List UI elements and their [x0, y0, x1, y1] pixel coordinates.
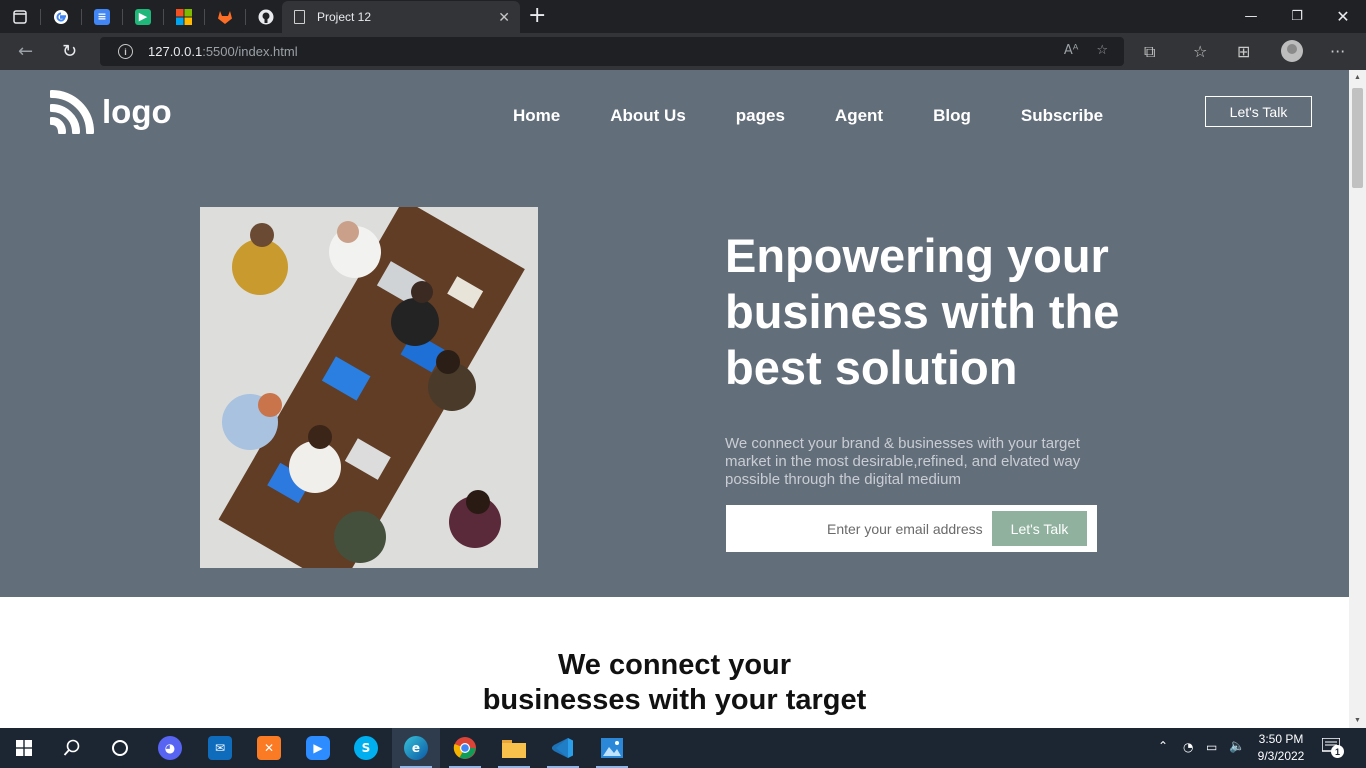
section-heading: We connect your businesses with your tar…: [0, 648, 1349, 718]
logo-rss-icon: [50, 90, 94, 134]
edge-icon[interactable]: e: [392, 728, 440, 768]
volume-icon[interactable]: 🔈: [1229, 739, 1245, 754]
url-host: 127.0.0.1: [148, 44, 203, 59]
favorites-icon[interactable]: ☆: [1193, 42, 1207, 61]
close-window-icon[interactable]: ✕: [1320, 0, 1366, 33]
skype-icon[interactable]: S: [342, 728, 390, 768]
microsoft-icon[interactable]: [164, 0, 204, 33]
cortana-icon[interactable]: [96, 728, 144, 768]
taskbar-clock[interactable]: 3:50 PM 9/3/2022: [1256, 731, 1306, 765]
section-heading-line2: businesses with your target: [482, 684, 867, 716]
add-favorite-icon[interactable]: ☆: [1096, 43, 1108, 58]
main-nav: Home About Us pages Agent Blog Subscribe: [513, 106, 1153, 126]
hero-subtext: We connect your brand & businesses with …: [725, 435, 1081, 488]
wifi-icon[interactable]: ◔: [1183, 740, 1193, 754]
nav-blog[interactable]: Blog: [933, 106, 971, 126]
mail-icon[interactable]: ✉: [196, 728, 244, 768]
read-aloud-icon[interactable]: Aᴬ: [1064, 43, 1079, 58]
page-scrollbar[interactable]: ▲ ▼: [1349, 70, 1366, 728]
xampp-icon[interactable]: ✕: [245, 728, 293, 768]
close-tab-icon[interactable]: ✕: [498, 9, 510, 26]
refresh-icon[interactable]: ↻: [62, 41, 77, 62]
lets-talk-button[interactable]: Let's Talk: [1205, 96, 1312, 127]
email-lets-talk-button[interactable]: Let's Talk: [992, 511, 1087, 546]
email-input[interactable]: Enter your email address: [827, 521, 983, 537]
notification-count-badge: 1: [1331, 745, 1344, 758]
nav-pages[interactable]: pages: [736, 106, 785, 126]
tab-title: Project 12: [317, 10, 372, 24]
more-menu-icon[interactable]: ···: [1330, 42, 1345, 61]
collections-icon[interactable]: ⊞: [1237, 42, 1250, 61]
battery-icon[interactable]: ▭: [1206, 740, 1217, 754]
discord-icon[interactable]: ◕: [146, 728, 194, 768]
notification-center-icon[interactable]: 1: [1321, 737, 1344, 758]
site-info-icon[interactable]: i: [118, 44, 133, 59]
vscode-icon[interactable]: [539, 728, 587, 768]
photos-icon[interactable]: [588, 728, 636, 768]
logo-text: logo: [102, 93, 172, 130]
github-icon[interactable]: [246, 0, 286, 33]
section-heading-line1: We connect your: [557, 649, 792, 681]
minimize-icon[interactable]: —: [1228, 0, 1274, 33]
scroll-up-icon[interactable]: ▲: [1354, 74, 1361, 81]
address-input[interactable]: i 127.0.0.1:5500/index.html Aᴬ ☆: [100, 37, 1124, 66]
back-icon[interactable]: ←: [18, 41, 33, 62]
browser-tab-bar: ≡ ▶: [0, 0, 1366, 33]
scroll-thumb[interactable]: [1352, 88, 1363, 188]
zoom-icon[interactable]: ▶: [294, 728, 342, 768]
windows-start-icon[interactable]: [0, 728, 48, 768]
file-explorer-icon[interactable]: [490, 728, 538, 768]
new-tab-icon[interactable]: +: [528, 4, 546, 28]
nav-home[interactable]: Home: [513, 106, 560, 126]
url-path: :5500/index.html: [202, 44, 298, 59]
page-viewport: logo Home About Us pages Agent Blog Subs…: [0, 70, 1349, 728]
clock-time: 3:50 PM: [1258, 732, 1304, 746]
google-icon[interactable]: [41, 0, 81, 33]
active-tab[interactable]: Project 12 ✕: [282, 1, 520, 33]
hero-headline: Enpowering your business with the best s…: [725, 229, 1120, 394]
address-toolbar: ← ↻ i 127.0.0.1:5500/index.html Aᴬ ☆ ⧉ ☆…: [0, 33, 1366, 70]
scroll-down-icon[interactable]: ▼: [1354, 717, 1361, 724]
nav-about-us[interactable]: About Us: [610, 106, 686, 126]
hero-team-photo: [200, 207, 538, 568]
chrome-icon[interactable]: [441, 728, 489, 768]
docs-icon[interactable]: ≡: [82, 0, 122, 33]
tab-actions-icon[interactable]: [0, 0, 40, 33]
site-logo[interactable]: logo: [50, 90, 172, 134]
clock-date: 9/3/2022: [1257, 749, 1305, 763]
profile-avatar[interactable]: [1281, 40, 1303, 62]
email-signup-form: Enter your email address Let's Talk: [726, 505, 1097, 552]
document-icon: [294, 10, 305, 24]
search-icon[interactable]: [48, 728, 96, 768]
gitlab-icon[interactable]: [205, 0, 245, 33]
hero-section: logo Home About Us pages Agent Blog Subs…: [0, 70, 1349, 597]
windows-taskbar: ◕ ✉ ✕ ▶ S e ⌃ ◔ ▭ 🔈 3:50 PM 9/3/2022 1: [0, 728, 1366, 768]
extensions-icon[interactable]: ⧉: [1144, 42, 1155, 62]
play-icon[interactable]: ▶: [123, 0, 163, 33]
nav-agent[interactable]: Agent: [835, 106, 883, 126]
restore-icon[interactable]: ❐: [1274, 0, 1320, 33]
tray-overflow-icon[interactable]: ⌃: [1158, 739, 1168, 753]
nav-subscribe[interactable]: Subscribe: [1021, 106, 1103, 126]
